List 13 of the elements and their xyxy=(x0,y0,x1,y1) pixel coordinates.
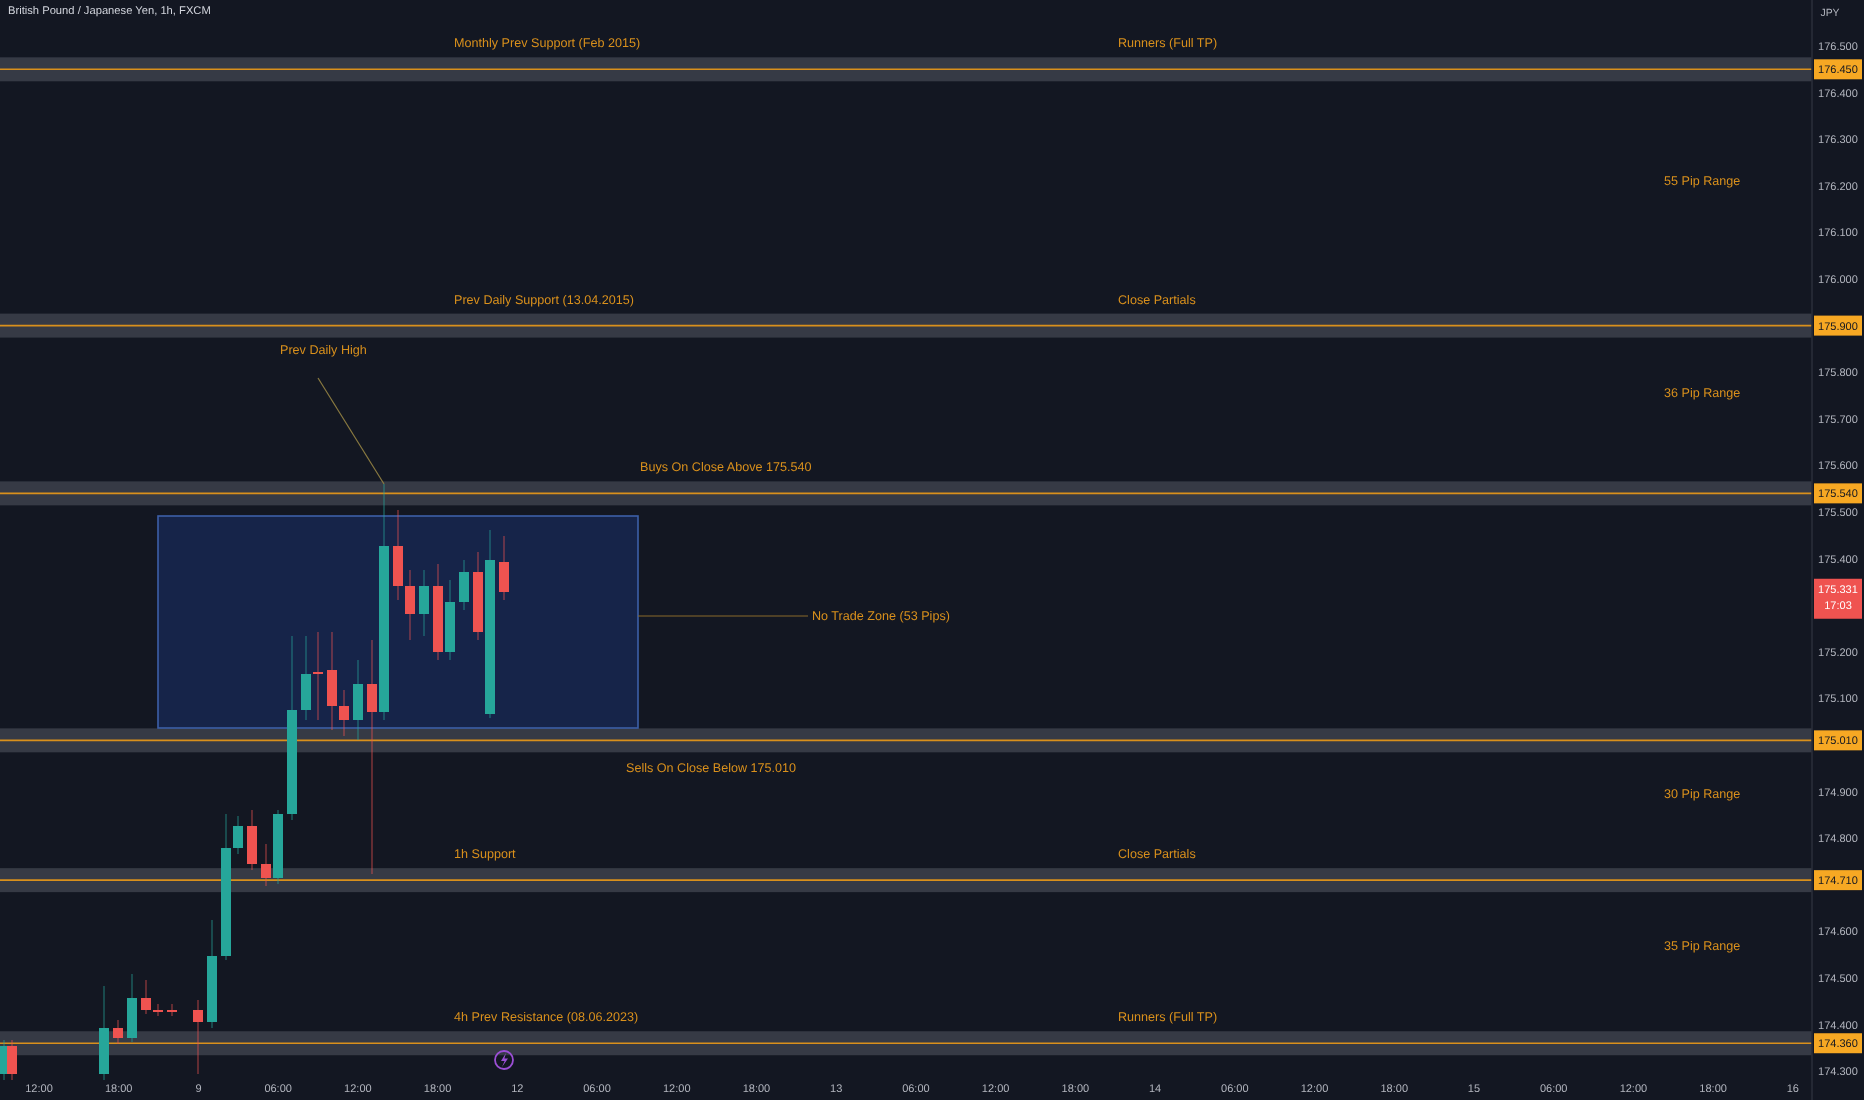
leader-line xyxy=(317,377,385,485)
candlestick xyxy=(247,809,257,871)
candlestick xyxy=(499,535,509,601)
candlestick xyxy=(113,1019,123,1045)
candlestick xyxy=(459,559,469,611)
candlestick xyxy=(167,1003,177,1017)
candlestick xyxy=(99,985,109,1081)
candlestick xyxy=(419,569,429,637)
candlestick xyxy=(127,973,137,1043)
lightning-icon xyxy=(494,1050,514,1070)
candlestick xyxy=(353,659,363,741)
candlestick xyxy=(193,999,203,1075)
candlestick xyxy=(207,919,217,1029)
